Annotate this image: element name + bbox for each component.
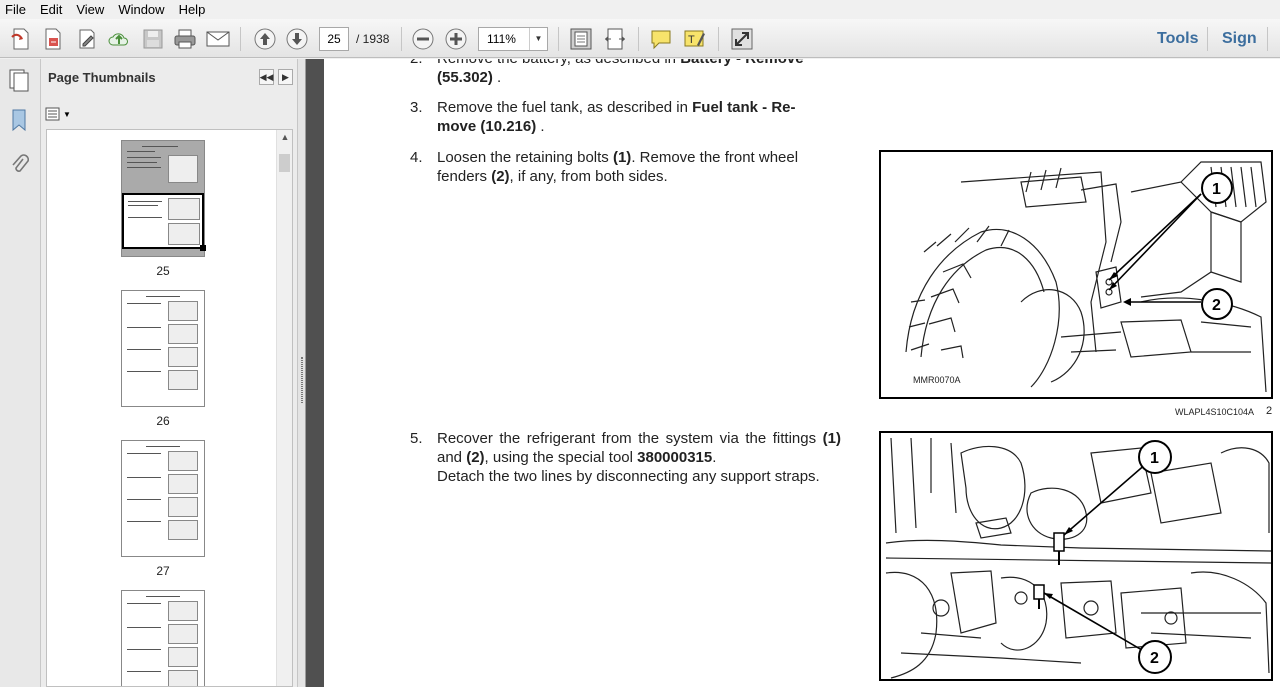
- step-text: .: [712, 449, 717, 466]
- step-text: .: [492, 69, 502, 86]
- menu-view[interactable]: View: [69, 0, 111, 19]
- step-text: Loosen the retaining bolts: [437, 149, 613, 166]
- thumbnail-label: 26: [156, 414, 170, 428]
- toolbar: 25 / 1938 111% ▼ T Tools Sign: [0, 19, 1280, 58]
- print-icon[interactable]: [172, 26, 198, 52]
- callout-1: 1: [1150, 450, 1159, 467]
- zoom-out-icon[interactable]: [410, 26, 436, 52]
- page-total: / 1938: [356, 32, 390, 46]
- zoom-in-icon[interactable]: [443, 26, 469, 52]
- engine-compartment-illustration: 1 2: [885, 437, 1271, 679]
- step-bold: 380000315: [637, 449, 713, 466]
- comment-icon[interactable]: [648, 26, 674, 52]
- panel-title: Page Thumbnails: [48, 70, 156, 85]
- step-text: and: [437, 449, 467, 466]
- thumbnail-panel: Page Thumbnails ◀◀ ▶ ▼ 25 26 27 ▲: [41, 59, 297, 687]
- figure-number: 2: [1266, 405, 1273, 417]
- options-menu-icon[interactable]: ▼: [45, 104, 73, 124]
- next-page-icon[interactable]: [284, 26, 310, 52]
- step-bold: (1): [822, 430, 841, 447]
- fit-page-icon[interactable]: [568, 26, 594, 52]
- step-link: Fuel tank - Re-: [692, 99, 796, 116]
- scroll-up-icon[interactable]: ▲: [277, 132, 292, 146]
- step-text: .: [536, 118, 545, 135]
- step-text: , if any, from both sides.: [509, 168, 668, 185]
- step-text: Remove the fuel tank, as described in: [437, 99, 693, 116]
- thumbnail-page-28[interactable]: [121, 590, 205, 686]
- thumbnail-page-26[interactable]: [121, 290, 205, 407]
- step-link: Battery - Remove: [680, 59, 803, 67]
- collapse-panel-icon[interactable]: ◀◀: [259, 69, 274, 85]
- previous-page-icon[interactable]: [252, 26, 278, 52]
- attachment-icon[interactable]: [6, 151, 32, 177]
- zoom-select[interactable]: 111% ▼: [478, 27, 548, 51]
- scrollbar-thumb[interactable]: [279, 154, 290, 172]
- figure-refrigerant-fittings: 1 2: [879, 431, 1273, 681]
- zoom-value: 111%: [487, 32, 516, 46]
- step-text: Recover the refrigerant from the system …: [437, 430, 823, 447]
- step-text: Remove the battery, as described in: [437, 59, 680, 67]
- step-bold: (2): [491, 168, 510, 185]
- navigation-rail: [0, 59, 41, 687]
- panel-splitter[interactable]: [297, 59, 306, 687]
- callout-1: 1: [1212, 181, 1221, 198]
- figure-code: MMR0070A: [913, 375, 961, 385]
- document-page[interactable]: 2. Remove the battery, as described in B…: [324, 59, 1280, 687]
- save-icon[interactable]: [140, 26, 166, 52]
- menu-edit[interactable]: Edit: [33, 0, 69, 19]
- menu-bar: File Edit View Window Help: [0, 0, 1280, 19]
- bookmark-icon[interactable]: [6, 107, 32, 133]
- thumbnail-page-27[interactable]: [121, 440, 205, 557]
- figure-fender-bolts: MMR0070A 1 2: [879, 150, 1273, 399]
- panel-next-icon[interactable]: ▶: [278, 69, 293, 85]
- step-link: move (10.216): [437, 118, 537, 135]
- step-number: 3.: [410, 99, 423, 116]
- highlight-text-icon[interactable]: T: [682, 26, 708, 52]
- step-number: 5.: [410, 430, 423, 447]
- email-icon[interactable]: [205, 26, 231, 52]
- step-text: Detach the two lines by disconnecting an…: [437, 468, 820, 485]
- step-bold: (2): [466, 449, 485, 466]
- document-background: [306, 59, 324, 687]
- cloud-upload-icon[interactable]: [106, 26, 132, 52]
- create-pdf-icon[interactable]: [8, 26, 34, 52]
- step-text: , using the special tool: [484, 449, 638, 466]
- sign-button[interactable]: Sign: [1222, 28, 1257, 50]
- fit-width-icon[interactable]: [602, 26, 628, 52]
- expand-icon[interactable]: [729, 26, 755, 52]
- thumbnail-label: 27: [156, 564, 170, 578]
- callout-2: 2: [1212, 297, 1221, 314]
- menu-help[interactable]: Help: [172, 0, 213, 19]
- step-bold: (1): [612, 149, 632, 166]
- thumbnail-list[interactable]: 25 26 27 ▲: [46, 129, 293, 687]
- chevron-down-icon[interactable]: ▼: [529, 28, 547, 50]
- thumbnail-scrollbar[interactable]: ▲: [276, 130, 292, 686]
- menu-window[interactable]: Window: [111, 0, 171, 19]
- export-pdf-icon[interactable]: [40, 26, 66, 52]
- step-number: 4.: [410, 149, 423, 166]
- page-thumbnails-icon[interactable]: [6, 67, 32, 93]
- callout-2: 2: [1150, 650, 1159, 667]
- page-number-input[interactable]: 25: [319, 27, 349, 51]
- menu-file[interactable]: File: [0, 0, 33, 19]
- step-link: (55.302): [437, 69, 493, 86]
- thumbnail-page-25[interactable]: [121, 140, 206, 257]
- figure-caption: WLAPL4S10C104A: [1175, 407, 1255, 417]
- edit-pdf-icon[interactable]: [74, 26, 100, 52]
- tools-button[interactable]: Tools: [1157, 28, 1198, 50]
- step-number: 2.: [410, 59, 423, 68]
- thumbnail-label: 25: [156, 264, 170, 278]
- svg-text:T: T: [688, 34, 695, 46]
- tractor-front-illustration: MMR0070A 1 2: [905, 161, 1267, 393]
